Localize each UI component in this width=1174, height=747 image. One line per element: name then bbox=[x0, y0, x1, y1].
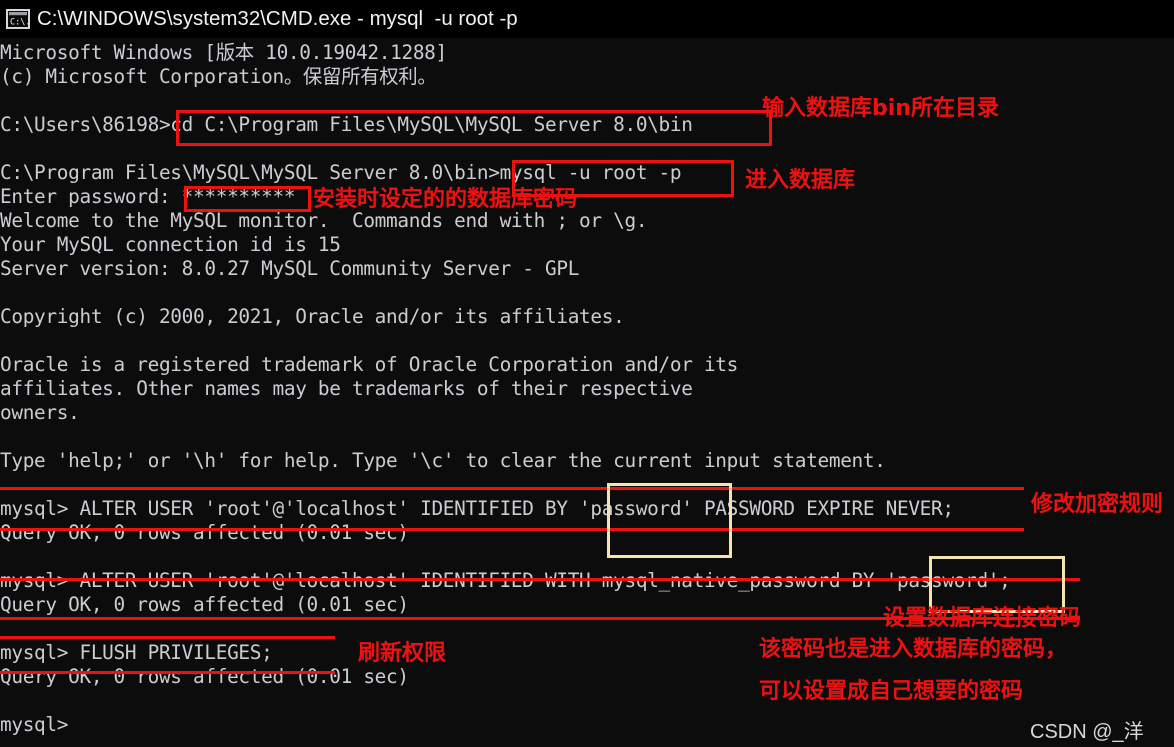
terminal-line-alter-user-1: mysql> ALTER USER 'root'@'localhost' IDE… bbox=[0, 497, 954, 520]
terminal-line-cd-command: C:\Users\86198>cd C:\Program Files\MySQL… bbox=[0, 113, 693, 136]
terminal-line: affiliates. Other names may be trademark… bbox=[0, 377, 693, 400]
cmd-window: C:\. C:\WINDOWS\system32\CMD.exe - mysql… bbox=[0, 0, 1174, 747]
terminal-line: Welcome to the MySQL monitor. Commands e… bbox=[0, 209, 648, 232]
terminal-line: owners. bbox=[0, 401, 80, 424]
terminal-line: Query OK, 0 rows affected (0.01 sec) bbox=[0, 593, 409, 616]
terminal-line: Oracle is a registered trademark of Orac… bbox=[0, 353, 739, 376]
terminal-line: Query OK, 0 rows affected (0.01 sec) bbox=[0, 665, 409, 688]
cmd-console-icon: C:\. bbox=[6, 8, 30, 30]
terminal-line: Your MySQL connection id is 15 bbox=[0, 233, 341, 256]
terminal-line: Microsoft Windows [版本 10.0.19042.1288] bbox=[0, 41, 447, 64]
terminal-line: Server version: 8.0.27 MySQL Community S… bbox=[0, 257, 580, 280]
terminal-line: (c) Microsoft Corporation。保留所有权利。 bbox=[0, 65, 437, 88]
terminal-console[interactable]: Microsoft Windows [版本 10.0.19042.1288] (… bbox=[0, 38, 1174, 747]
terminal-line-mysql-login: C:\Program Files\MySQL\MySQL Server 8.0\… bbox=[0, 161, 682, 184]
terminal-line: Query OK, 0 rows affected (0.01 sec) bbox=[0, 521, 409, 544]
terminal-line: Copyright (c) 2000, 2021, Oracle and/or … bbox=[0, 305, 625, 328]
window-titlebar: C:\. C:\WINDOWS\system32\CMD.exe - mysql… bbox=[0, 0, 1174, 38]
terminal-line-prompt: mysql> bbox=[0, 713, 69, 736]
terminal-output: Microsoft Windows [版本 10.0.19042.1288] (… bbox=[0, 41, 1174, 737]
terminal-line-alter-user-2: mysql> ALTER USER 'root'@'localhost' IDE… bbox=[0, 569, 1011, 592]
terminal-line: Type 'help;' or '\h' for help. Type '\c'… bbox=[0, 449, 886, 472]
terminal-line-password-prompt: Enter password: ********** bbox=[0, 185, 296, 208]
terminal-line-flush-privileges: mysql> FLUSH PRIVILEGES; bbox=[0, 641, 273, 664]
window-title: C:\WINDOWS\system32\CMD.exe - mysql -u r… bbox=[37, 7, 518, 30]
svg-text:C:\.: C:\. bbox=[10, 18, 30, 28]
